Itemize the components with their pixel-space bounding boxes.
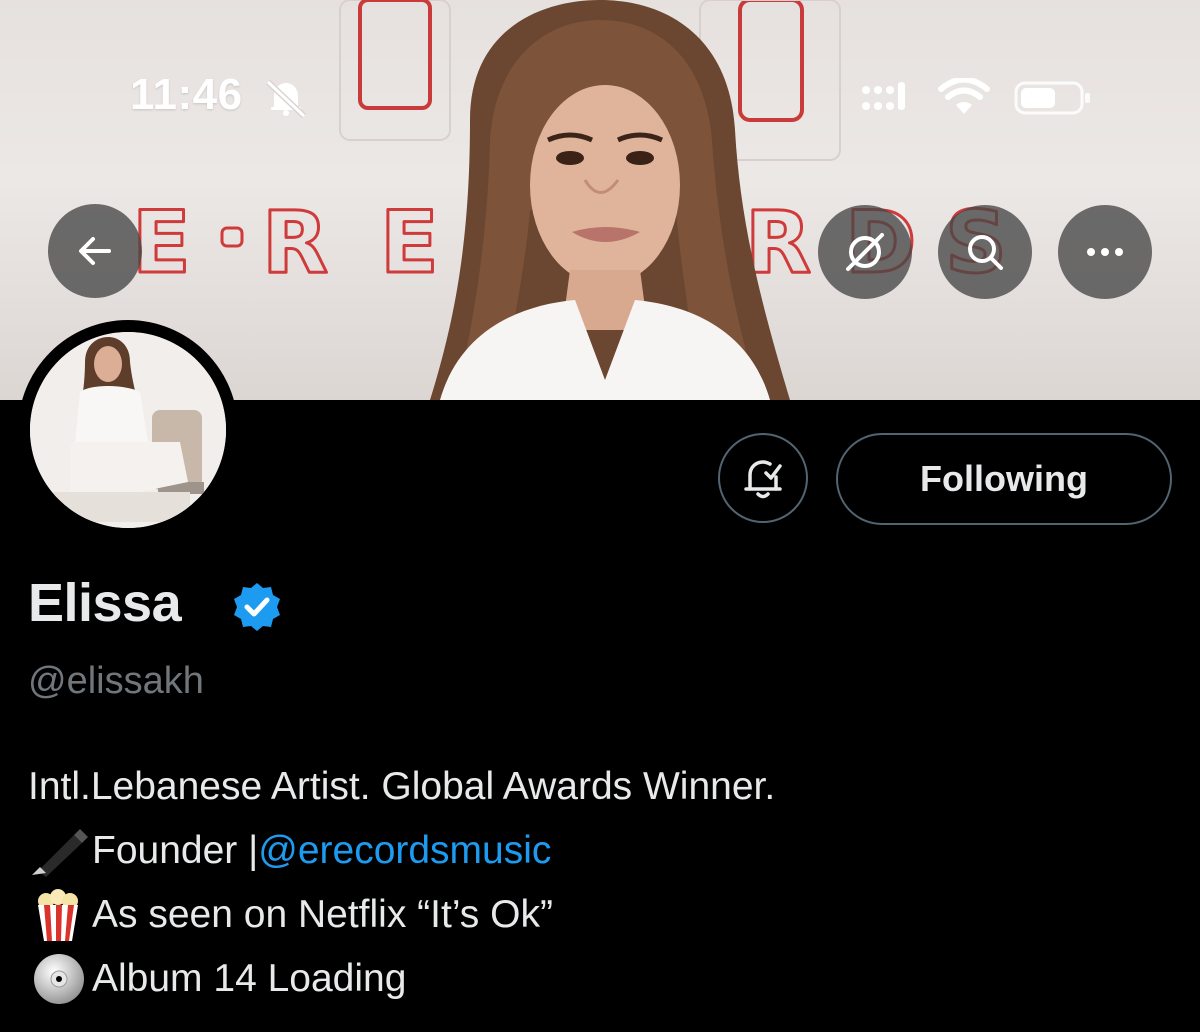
bell-check-icon xyxy=(744,460,782,499)
fountain-pen-icon xyxy=(28,825,92,877)
display-name: Elissa xyxy=(28,573,182,633)
erecordsmusic-link[interactable]: @erecordsmusic xyxy=(258,819,551,883)
avatar-image xyxy=(30,332,226,528)
bio-text: Intl.Lebanese Artist. Global Awards Winn… xyxy=(28,765,776,808)
wifi-icon xyxy=(938,78,990,114)
svg-text:E: E xyxy=(380,193,439,293)
following-button[interactable]: Following xyxy=(836,433,1172,525)
more-options-button[interactable] xyxy=(1058,205,1152,299)
bio-line-4: Album 14 Loading xyxy=(28,947,775,1011)
avatar[interactable] xyxy=(18,320,238,540)
bio-text: Founder | xyxy=(92,829,259,872)
popcorn-icon xyxy=(28,889,92,941)
bio-line-2: Founder | @erecordsmusic xyxy=(28,819,775,883)
bell-slash-icon xyxy=(265,79,307,118)
notifications-button[interactable] xyxy=(718,433,808,523)
bio-line-1: Intl.Lebanese Artist. Global Awards Winn… xyxy=(28,755,775,819)
search-icon xyxy=(968,235,1003,270)
more-horizontal-icon xyxy=(1087,248,1123,256)
battery-icon xyxy=(1014,81,1090,115)
search-button[interactable] xyxy=(938,205,1032,299)
grok-icon xyxy=(846,233,884,271)
arrow-left-icon xyxy=(79,237,111,265)
bio-line-3: As seen on Netflix “It’s Ok” xyxy=(28,883,775,947)
status-time: 11:46 xyxy=(130,70,243,119)
profile-bio: Intl.Lebanese Artist. Global Awards Winn… xyxy=(28,755,775,1011)
back-button[interactable] xyxy=(48,204,142,298)
svg-text:R: R xyxy=(262,193,328,293)
bio-text: Album 14 Loading xyxy=(92,957,407,1000)
bio-text: As seen on Netflix “It’s Ok” xyxy=(92,893,553,936)
verified-badge-icon xyxy=(234,583,280,631)
grok-button[interactable] xyxy=(818,205,912,299)
user-handle: @elissakh xyxy=(28,660,204,702)
optical-disc-icon xyxy=(28,953,92,1005)
avatar-photo xyxy=(30,332,226,528)
cellular-signal-icon xyxy=(862,82,905,110)
